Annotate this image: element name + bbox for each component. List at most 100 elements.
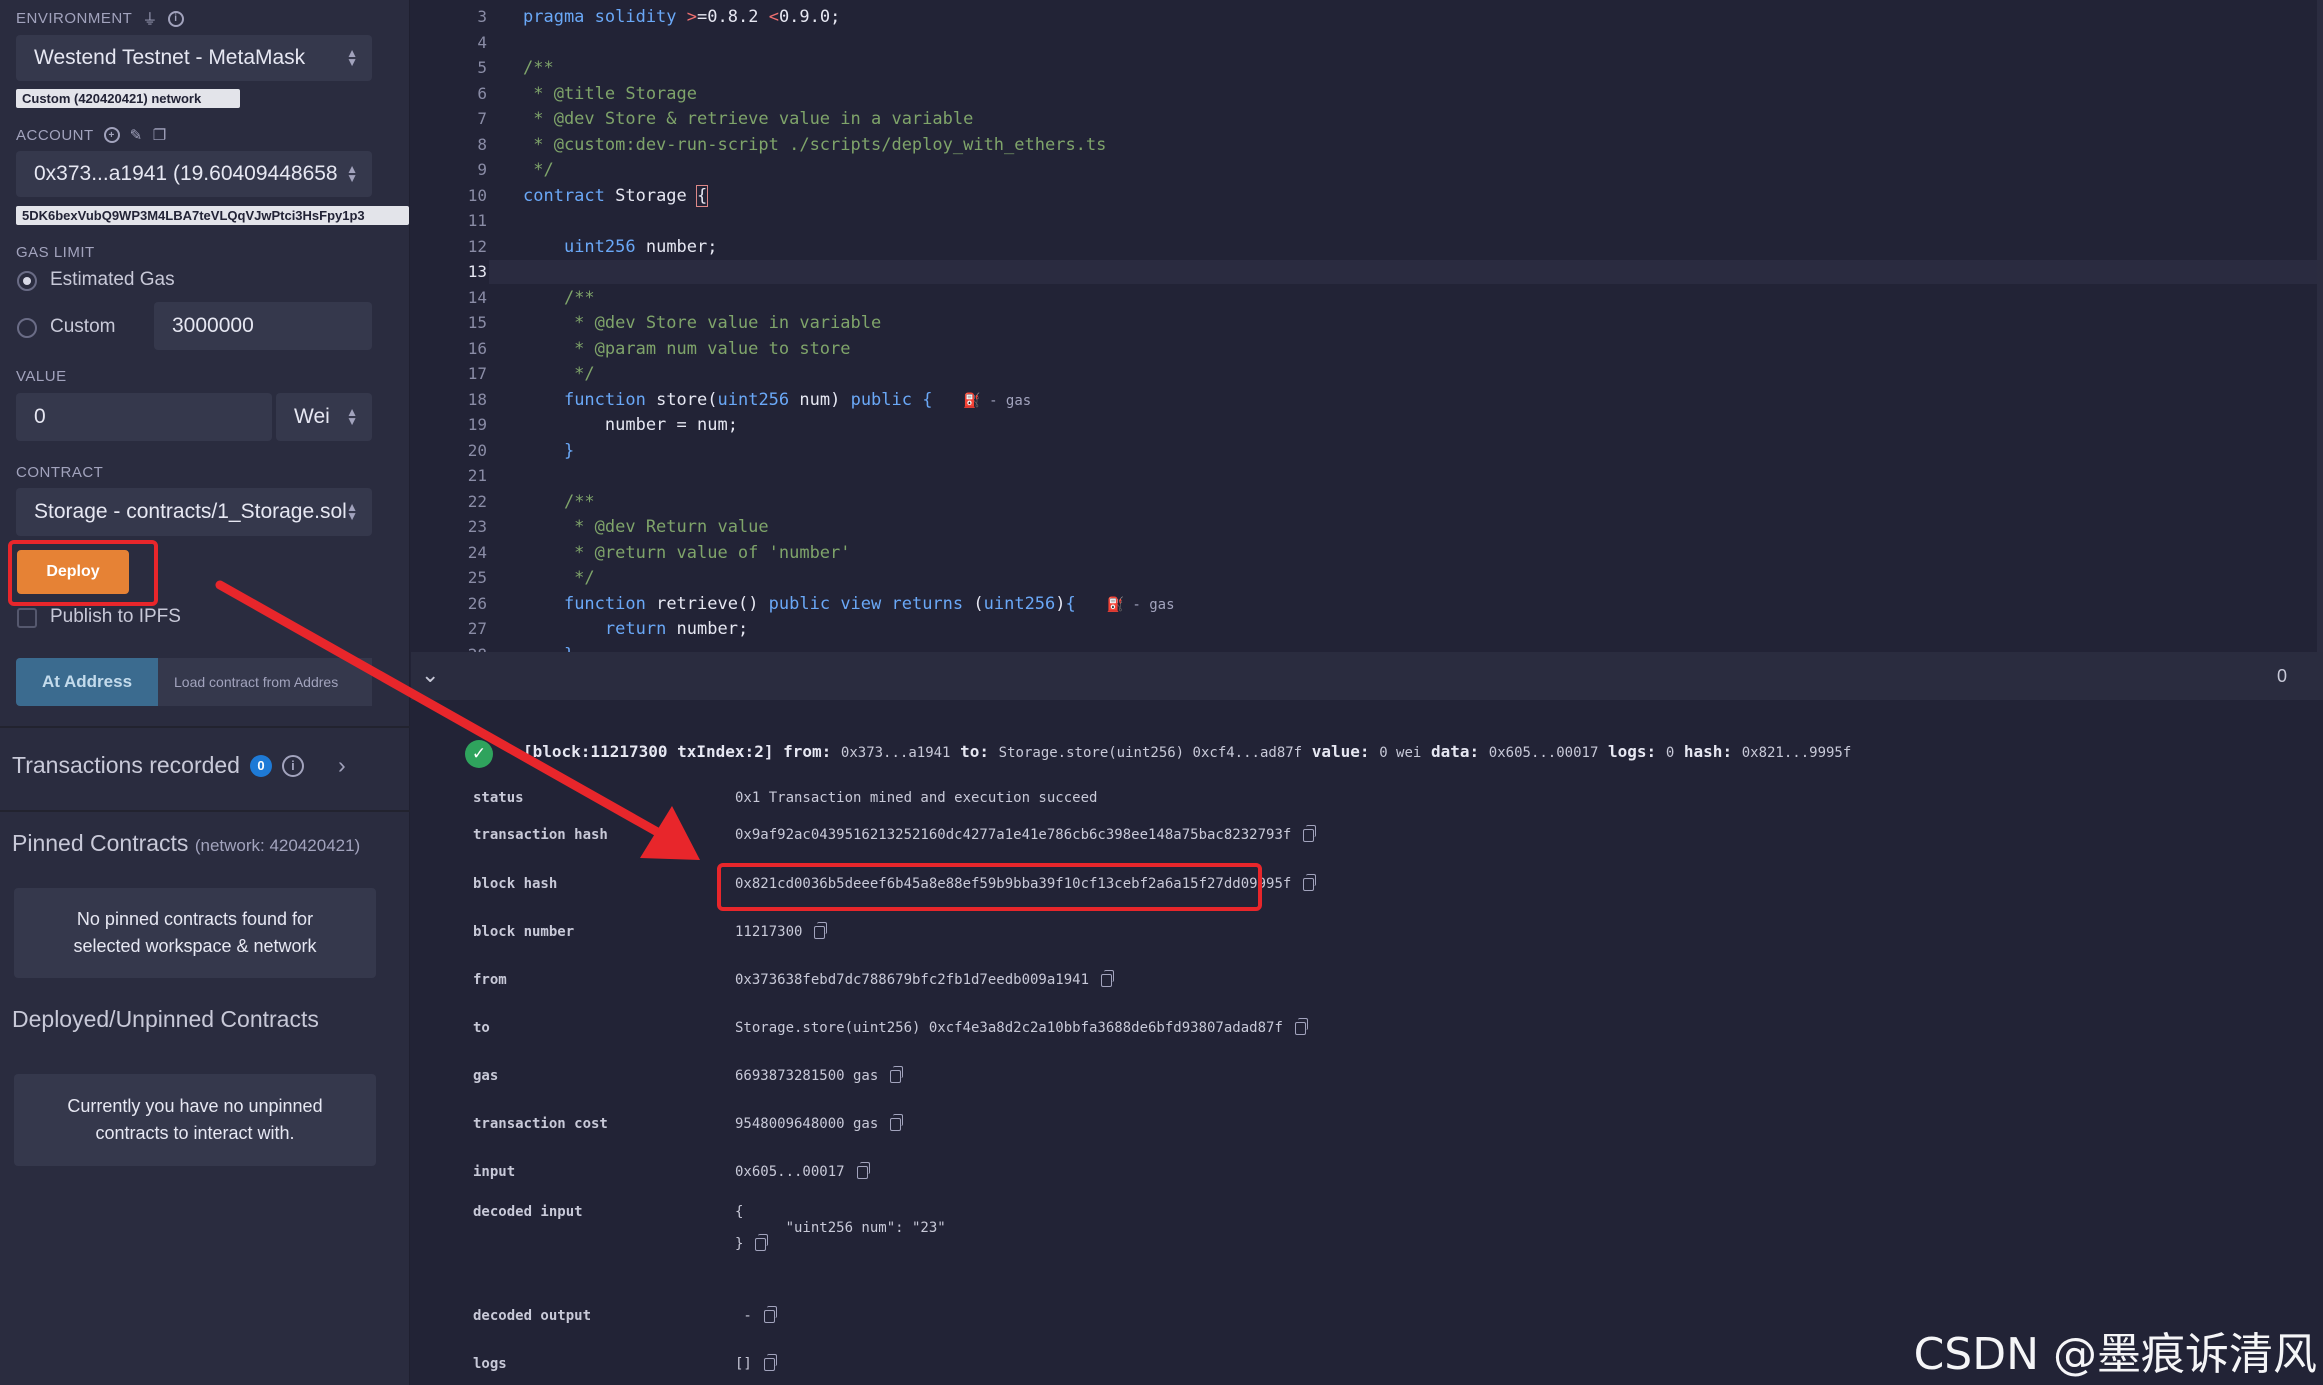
code-line[interactable]: * @dev Store & retrieve value in a varia… [523, 109, 973, 129]
line-number: 23 [467, 517, 487, 536]
copy-icon[interactable] [1294, 1017, 1308, 1035]
detail-value: { "uint256 num": "23" } [735, 1204, 946, 1252]
copy-icon[interactable] [763, 1353, 777, 1371]
select-arrows-icon: ▲ ▼ [346, 500, 358, 523]
value-label: VALUE [16, 368, 67, 385]
at-address-button[interactable]: At Address [16, 658, 158, 706]
line-number: 21 [467, 466, 487, 485]
code-line[interactable]: * @dev Store value in variable [523, 313, 881, 333]
code-line[interactable]: number = num; [523, 415, 738, 435]
detail-key: block hash [473, 876, 558, 892]
collapse-terminal-icon[interactable]: ⌄ [421, 662, 439, 688]
account-label: ACCOUNT + ✎ ❐ [16, 126, 167, 145]
edit-icon[interactable]: ✎ [130, 126, 143, 144]
contract-label: CONTRACT [16, 464, 104, 481]
code-line[interactable]: } [523, 441, 574, 461]
code-line[interactable]: * @param num value to store [523, 339, 850, 359]
plug-icon[interactable]: ⏚ [142, 8, 158, 29]
publish-ipfs-label: Publish to IPFS [50, 606, 181, 627]
detail-value: Storage.store(uint256) 0xcf4e3a8d2c2a10b… [735, 1017, 1308, 1036]
divider [0, 726, 410, 728]
divider [0, 810, 410, 812]
code-line[interactable]: uint256 number; [523, 237, 718, 257]
estimated-gas-label: Estimated Gas [50, 269, 175, 290]
detail-key: transaction hash [473, 827, 608, 843]
copy-icon[interactable] [890, 1065, 904, 1083]
copy-icon[interactable] [890, 1113, 904, 1131]
account-select[interactable]: 0x373...a1941 (19.60409448658 ▲ ▼ [16, 151, 372, 197]
current-line-highlight [489, 260, 2323, 284]
transactions-recorded[interactable]: Transactions recorded 0 i › [12, 752, 346, 779]
custom-gas-input[interactable]: 3000000 [154, 302, 372, 350]
detail-value: [] [735, 1353, 777, 1372]
line-number: 4 [477, 32, 487, 52]
info-icon[interactable]: i [281, 754, 304, 777]
estimated-gas-radio[interactable] [17, 271, 37, 291]
info-icon[interactable]: i [167, 10, 184, 27]
detail-value: 0x373638febd7dc788679bfc2fb1d7eedb009a19… [735, 969, 1115, 988]
code-line[interactable]: function retrieve() public view returns … [523, 594, 1175, 614]
line-number: 6 [477, 83, 487, 103]
line-number: 9 [477, 160, 487, 179]
code-line[interactable]: * @dev Return value [523, 517, 768, 537]
load-address-input[interactable]: Load contract from Addres [158, 658, 372, 706]
block-hash-highlight-box [717, 863, 1262, 911]
terminal-output: ✓ [block:11217300 txIndex:2] from: 0x373… [411, 700, 2323, 1385]
copy-icon[interactable] [1303, 824, 1317, 842]
detail-key: status [473, 790, 524, 806]
code-line[interactable]: */ [523, 364, 594, 384]
code-line[interactable]: /** [523, 58, 554, 78]
code-line[interactable]: pragma solidity >=0.8.2 <0.9.0; [523, 7, 840, 27]
chevron-right-icon[interactable]: › [338, 752, 346, 779]
network-badge: Custom (420420421) network [16, 89, 240, 108]
deployed-empty-notice: Currently you have no unpinned contracts… [14, 1074, 376, 1166]
code-line[interactable]: */ [523, 568, 594, 588]
line-number: 24 [467, 542, 487, 562]
select-arrows-icon: ▲ ▼ [346, 46, 358, 69]
add-account-icon[interactable]: + [103, 127, 120, 143]
code-editor[interactable]: 3 4 5 6 7 8 9 10 11 12 13 14 15 16 17 18 19 20 21 22 23 24 25 2… [411, 0, 2323, 652]
code-line[interactable]: /** [523, 288, 595, 308]
code-line[interactable]: * @custom:dev-run-script ./scripts/deplo… [523, 135, 1106, 155]
contract-select[interactable]: Storage - contracts/1_Storage.sol ▲ ▼ [16, 488, 372, 536]
deploy-highlight-box [8, 540, 158, 606]
code-line[interactable]: /** [523, 492, 595, 512]
environment-select[interactable]: Westend Testnet - MetaMask ▲ ▼ [16, 35, 372, 81]
copy-icon[interactable] [755, 1233, 769, 1251]
copy-icon[interactable] [763, 1305, 777, 1323]
detail-value: - [735, 1305, 777, 1324]
code-line[interactable]: * @title Storage [523, 84, 697, 104]
code-line[interactable]: * @return value of 'number' [523, 543, 850, 563]
code-line[interactable]: contract Storage { [523, 184, 709, 207]
detail-key: from [473, 972, 507, 988]
code-line[interactable]: function store(uint256 num) public { ⛽ -… [523, 390, 1031, 410]
detail-key: to [473, 1020, 490, 1036]
code-line[interactable]: return number; [523, 619, 748, 639]
custom-gas-label: Custom [50, 316, 116, 337]
line-number: 3 [477, 7, 487, 26]
copy-icon[interactable] [1101, 969, 1115, 987]
line-number: 17 [467, 364, 487, 383]
detail-value: 0x605...00017 [735, 1161, 870, 1180]
detail-key: input [473, 1164, 516, 1180]
publish-ipfs-checkbox[interactable] [17, 608, 37, 628]
vertical-scrollbar[interactable] [2317, 0, 2323, 652]
line-number: 26 [467, 593, 487, 613]
transaction-summary[interactable]: [block:11217300 txIndex:2] from: 0x373..… [523, 742, 1851, 761]
code-line[interactable]: */ [523, 160, 553, 180]
address-badge: 5DK6bexVubQ9WP3M4LBA7teVLQqVJwPtci3HsFpy… [16, 206, 409, 225]
detail-key: decoded output [473, 1308, 592, 1324]
success-check-icon: ✓ [465, 740, 493, 768]
line-number: 5 [477, 58, 487, 77]
detail-key: decoded input [473, 1204, 583, 1220]
unit-select[interactable]: Wei ▲ ▼ [276, 393, 372, 441]
copy-icon[interactable]: ❐ [153, 126, 167, 144]
copy-icon[interactable] [1303, 873, 1317, 891]
custom-gas-radio[interactable] [17, 318, 37, 338]
line-number: 18 [467, 389, 487, 409]
copy-icon[interactable] [856, 1161, 870, 1179]
copy-icon[interactable] [814, 921, 828, 939]
value-input[interactable]: 0 [16, 393, 272, 441]
gas-limit-label: GAS LIMIT [16, 244, 95, 261]
code-line[interactable]: } [523, 645, 574, 653]
